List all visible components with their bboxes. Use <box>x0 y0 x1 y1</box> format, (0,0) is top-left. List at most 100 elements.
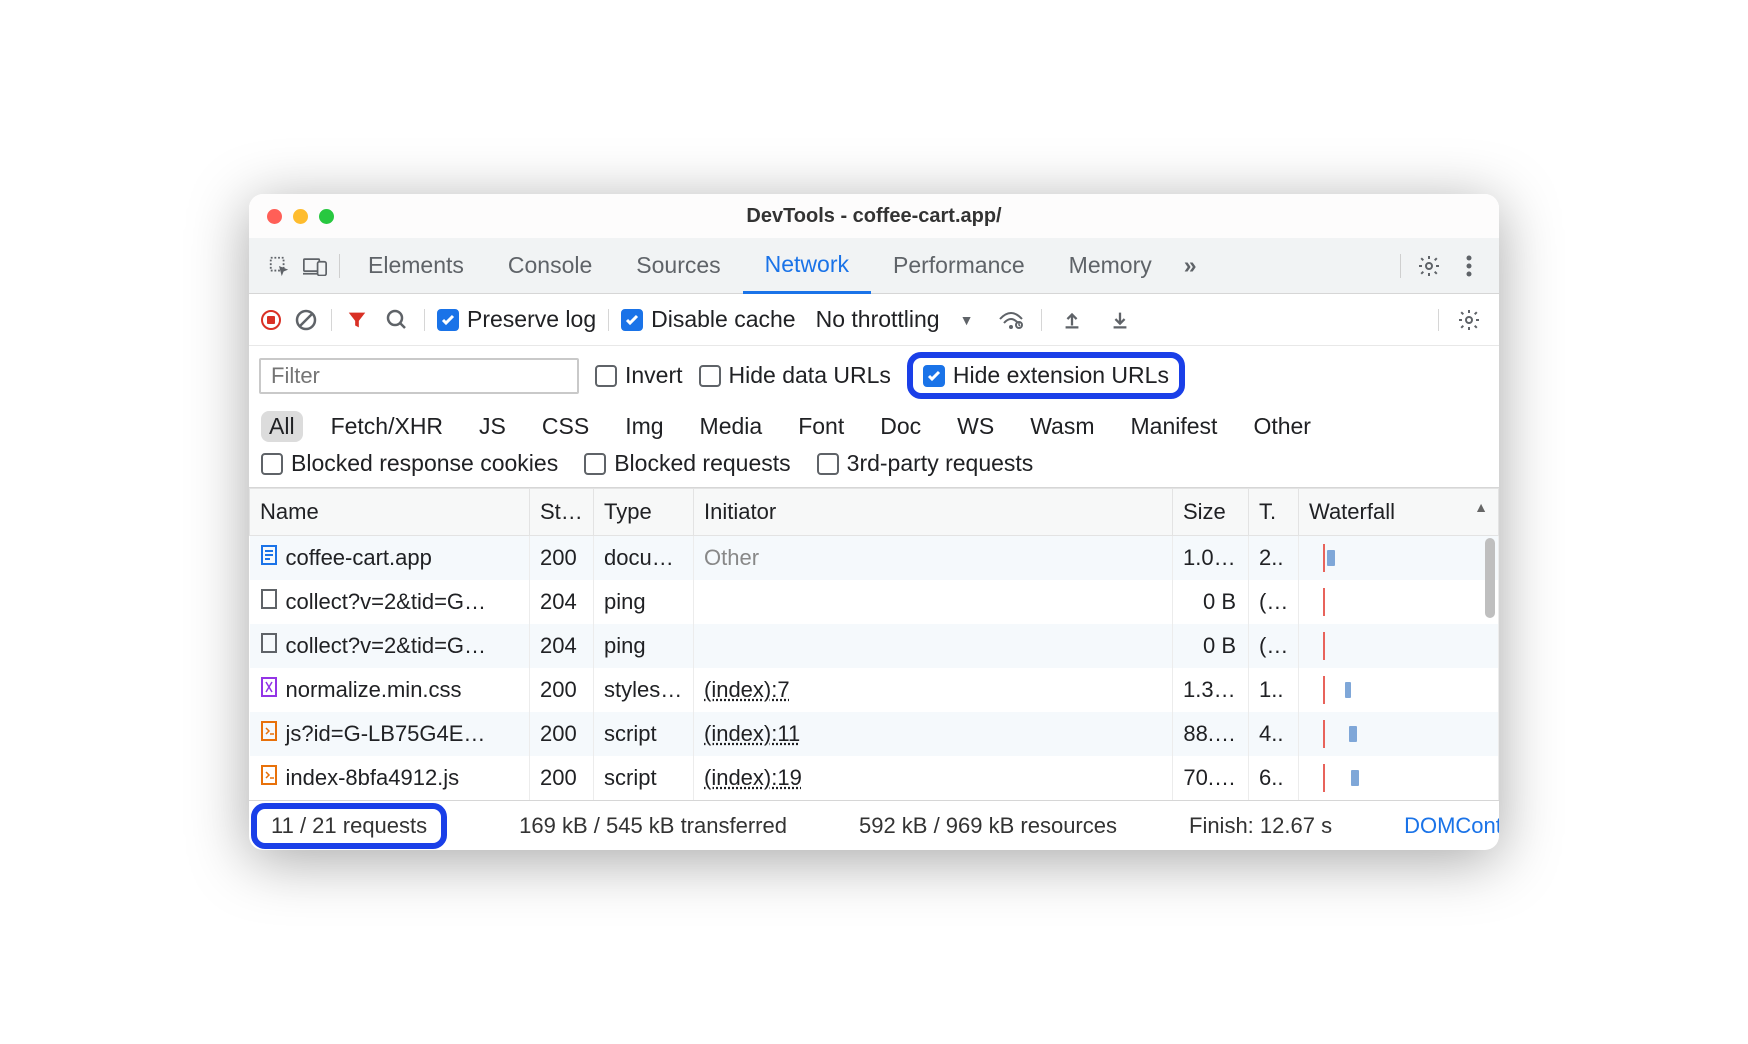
record-button[interactable] <box>261 310 281 330</box>
tab-console[interactable]: Console <box>486 238 614 294</box>
clear-icon[interactable] <box>293 302 319 338</box>
device-toggle-icon[interactable] <box>297 248 333 284</box>
waterfall-cell <box>1299 624 1499 668</box>
minimize-window-button[interactable] <box>293 209 308 224</box>
checkbox-icon <box>437 309 459 331</box>
type-js[interactable]: JS <box>471 411 514 442</box>
divider <box>608 309 609 331</box>
type-cell: script <box>594 712 694 756</box>
settings-gear-icon[interactable] <box>1411 248 1447 284</box>
type-media[interactable]: Media <box>692 411 771 442</box>
hide-data-urls-checkbox[interactable]: Hide data URLs <box>699 362 891 389</box>
third-party-checkbox[interactable]: 3rd-party requests <box>817 450 1034 477</box>
status-cell: 200 <box>530 668 594 712</box>
filter-funnel-icon[interactable] <box>344 302 370 338</box>
file-type-icon <box>260 676 278 704</box>
table-row[interactable]: coffee-cart.app 200 docu… Other 1.0 … 2.… <box>250 536 1499 581</box>
size-cell: 88.… <box>1173 712 1249 756</box>
type-wasm[interactable]: Wasm <box>1022 411 1102 442</box>
tab-network[interactable]: Network <box>743 238 871 294</box>
request-name: collect?v=2&tid=G… <box>286 589 487 615</box>
table-row[interactable]: collect?v=2&tid=G… 204 ping 0 B (… <box>250 580 1499 624</box>
download-har-icon[interactable] <box>1102 302 1138 338</box>
type-css[interactable]: CSS <box>534 411 597 442</box>
waterfall-cell <box>1299 668 1499 712</box>
type-all[interactable]: All <box>261 411 303 442</box>
tab-memory[interactable]: Memory <box>1047 238 1174 294</box>
size-cell: 1.0 … <box>1173 536 1249 581</box>
throttling-select[interactable]: No throttling ▼ <box>808 304 982 335</box>
type-font[interactable]: Font <box>790 411 852 442</box>
filter-input[interactable] <box>259 358 579 394</box>
tab-sources[interactable]: Sources <box>614 238 742 294</box>
header-time[interactable]: T. <box>1249 489 1299 536</box>
network-toolbar: Preserve log Disable cache No throttling… <box>249 294 1499 346</box>
table-row[interactable]: normalize.min.css 200 styles… (index):7 … <box>250 668 1499 712</box>
initiator-link[interactable]: (index):7 <box>704 677 790 702</box>
tabs-more[interactable]: » <box>1174 238 1207 294</box>
search-icon[interactable] <box>382 302 412 338</box>
file-type-icon <box>260 720 278 748</box>
time-cell: (… <box>1249 624 1299 668</box>
preserve-log-label: Preserve log <box>467 306 596 333</box>
type-manifest[interactable]: Manifest <box>1123 411 1226 442</box>
header-name[interactable]: Name <box>250 489 530 536</box>
filter-row: Invert Hide data URLs Hide extension URL… <box>249 346 1499 405</box>
requests-count: 11 / 21 requests <box>271 813 427 838</box>
header-type[interactable]: Type <box>594 489 694 536</box>
close-window-button[interactable] <box>267 209 282 224</box>
size-cell: 0 B <box>1173 580 1249 624</box>
divider <box>331 309 332 331</box>
tab-performance[interactable]: Performance <box>871 238 1047 294</box>
sort-arrow-icon: ▲ <box>1474 499 1488 515</box>
invert-label: Invert <box>625 362 683 389</box>
type-doc[interactable]: Doc <box>872 411 929 442</box>
time-cell: 6.. <box>1249 756 1299 800</box>
blocked-requests-checkbox[interactable]: Blocked requests <box>584 450 790 477</box>
type-ws[interactable]: WS <box>949 411 1002 442</box>
type-fetch-xhr[interactable]: Fetch/XHR <box>323 411 451 442</box>
table-row[interactable]: collect?v=2&tid=G… 204 ping 0 B (… <box>250 624 1499 668</box>
initiator-cell: (index):11 <box>694 712 1173 756</box>
type-other[interactable]: Other <box>1245 411 1319 442</box>
zoom-window-button[interactable] <box>319 209 334 224</box>
time-cell: (… <box>1249 580 1299 624</box>
preserve-log-checkbox[interactable]: Preserve log <box>437 306 596 333</box>
header-initiator[interactable]: Initiator <box>694 489 1173 536</box>
time-cell: 1.. <box>1249 668 1299 712</box>
more-menu-icon[interactable] <box>1451 248 1487 284</box>
type-img[interactable]: Img <box>617 411 671 442</box>
table-row[interactable]: index-8bfa4912.js 200 script (index):19 … <box>250 756 1499 800</box>
header-waterfall[interactable]: Waterfall▲ <box>1299 489 1499 536</box>
type-cell: styles… <box>594 668 694 712</box>
domcontentloaded-link[interactable]: DOMConten <box>1404 813 1499 839</box>
waterfall-cell <box>1299 756 1499 800</box>
disable-cache-label: Disable cache <box>651 306 795 333</box>
type-cell: ping <box>594 624 694 668</box>
scrollbar[interactable] <box>1485 538 1495 618</box>
initiator-link[interactable]: (index):19 <box>704 765 802 790</box>
disable-cache-checkbox[interactable]: Disable cache <box>621 306 795 333</box>
upload-har-icon[interactable] <box>1054 302 1090 338</box>
tab-elements[interactable]: Elements <box>346 238 486 294</box>
blocked-cookies-checkbox[interactable]: Blocked response cookies <box>261 450 558 477</box>
status-cell: 200 <box>530 536 594 581</box>
request-name: collect?v=2&tid=G… <box>286 633 487 659</box>
time-cell: 4.. <box>1249 712 1299 756</box>
size-cell: 70.… <box>1173 756 1249 800</box>
request-name: index-8bfa4912.js <box>286 765 460 791</box>
hide-extension-urls-checkbox[interactable]: Hide extension URLs <box>923 362 1169 389</box>
network-settings-gear-icon[interactable] <box>1451 302 1487 338</box>
inspect-icon[interactable] <box>261 248 297 284</box>
header-status[interactable]: St… <box>530 489 594 536</box>
status-cell: 200 <box>530 712 594 756</box>
initiator-link[interactable]: (index):11 <box>704 721 800 746</box>
invert-checkbox[interactable]: Invert <box>595 362 683 389</box>
table-row[interactable]: js?id=G-LB75G4E… 200 script (index):11 8… <box>250 712 1499 756</box>
hide-extension-urls-highlight: Hide extension URLs <box>907 352 1185 399</box>
divider <box>339 254 340 278</box>
waterfall-cell <box>1299 712 1499 756</box>
table-header-row: Name St… Type Initiator Size T. Waterfal… <box>250 489 1499 536</box>
header-size[interactable]: Size <box>1173 489 1249 536</box>
network-conditions-icon[interactable] <box>993 302 1029 338</box>
